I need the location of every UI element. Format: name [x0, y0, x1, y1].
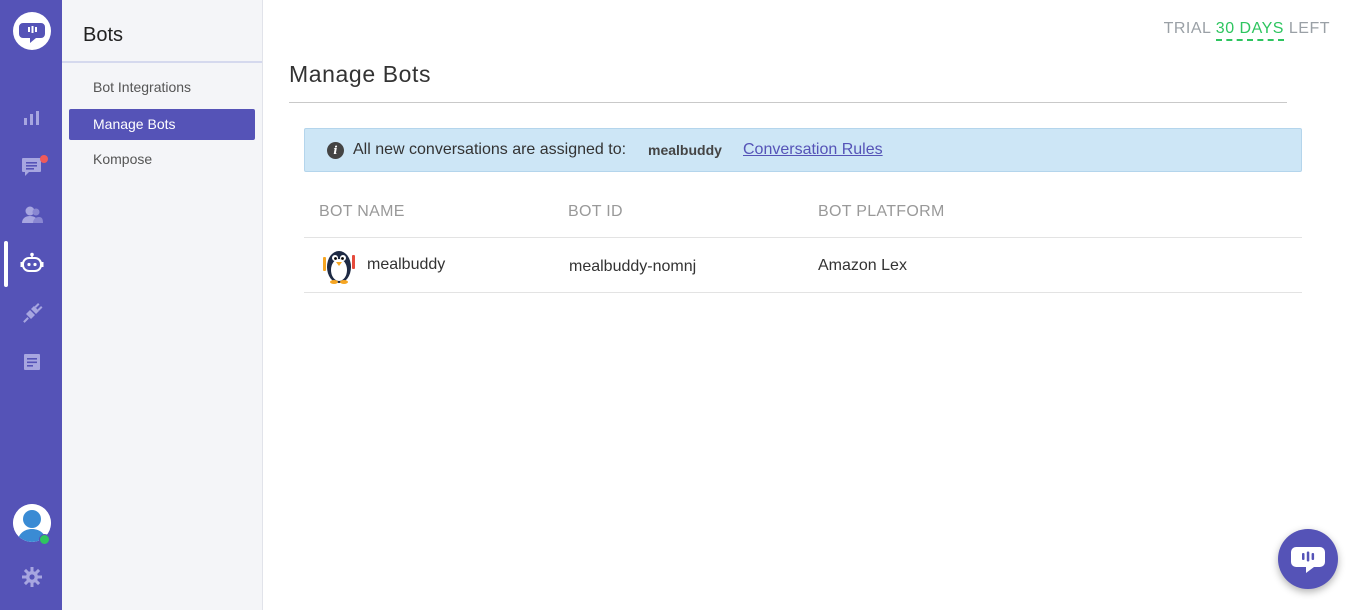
icon-rail [0, 0, 62, 610]
info-icon: i [327, 142, 344, 159]
reports-icon[interactable] [19, 349, 45, 375]
trial-prefix: TRIAL [1163, 20, 1211, 37]
title-divider [289, 102, 1287, 103]
column-header-bot-id: BOT ID [568, 203, 623, 220]
sidebar-title: Bots [83, 24, 124, 46]
column-header-bot-name: BOT NAME [319, 203, 405, 220]
sidebar-item-bot-integrations[interactable]: Bot Integrations [69, 72, 255, 103]
assigned-bot-name: mealbuddy [648, 142, 722, 158]
banner-message: All new conversations are assigned to: [353, 141, 627, 158]
row-divider [304, 292, 1302, 293]
conversation-rules-link[interactable]: Conversation Rules [743, 141, 883, 159]
bot-icon[interactable] [19, 251, 45, 277]
trial-suffix: LEFT [1288, 20, 1330, 37]
trial-status: TRIAL 30 DAYS LEFT [1163, 20, 1330, 41]
chat-bubble-icon [1291, 547, 1325, 573]
integrations-icon[interactable] [19, 300, 45, 326]
settings-icon[interactable] [19, 564, 45, 590]
bot-id-cell: mealbuddy-nomnj [569, 258, 697, 275]
column-header-bot-platform: BOT PLATFORM [818, 203, 945, 220]
analytics-icon[interactable] [19, 105, 45, 131]
sidebar-divider [62, 61, 262, 63]
assignment-banner: i All new conversations are assigned to:… [304, 128, 1302, 172]
chat-logo-icon[interactable] [13, 12, 51, 50]
sidebar-item-kompose[interactable]: Kompose [69, 144, 255, 175]
bot-platform-cell: Amazon Lex [818, 257, 907, 274]
chat-widget-button[interactable] [1278, 529, 1338, 589]
bots-sidebar: Bots Bot Integrations Manage Bots Kompos… [62, 0, 263, 610]
notification-dot [40, 155, 48, 163]
sidebar-item-manage-bots[interactable]: Manage Bots [69, 109, 255, 140]
active-indicator [4, 241, 8, 287]
header-divider [304, 237, 1302, 238]
page-title: Manage Bots [289, 61, 432, 87]
bot-name-cell[interactable]: mealbuddy [367, 256, 445, 274]
online-status-dot [39, 534, 50, 545]
users-icon[interactable] [19, 202, 45, 228]
trial-days[interactable]: 30 DAYS [1215, 20, 1284, 41]
penguin-bot-avatar-icon [319, 245, 359, 285]
